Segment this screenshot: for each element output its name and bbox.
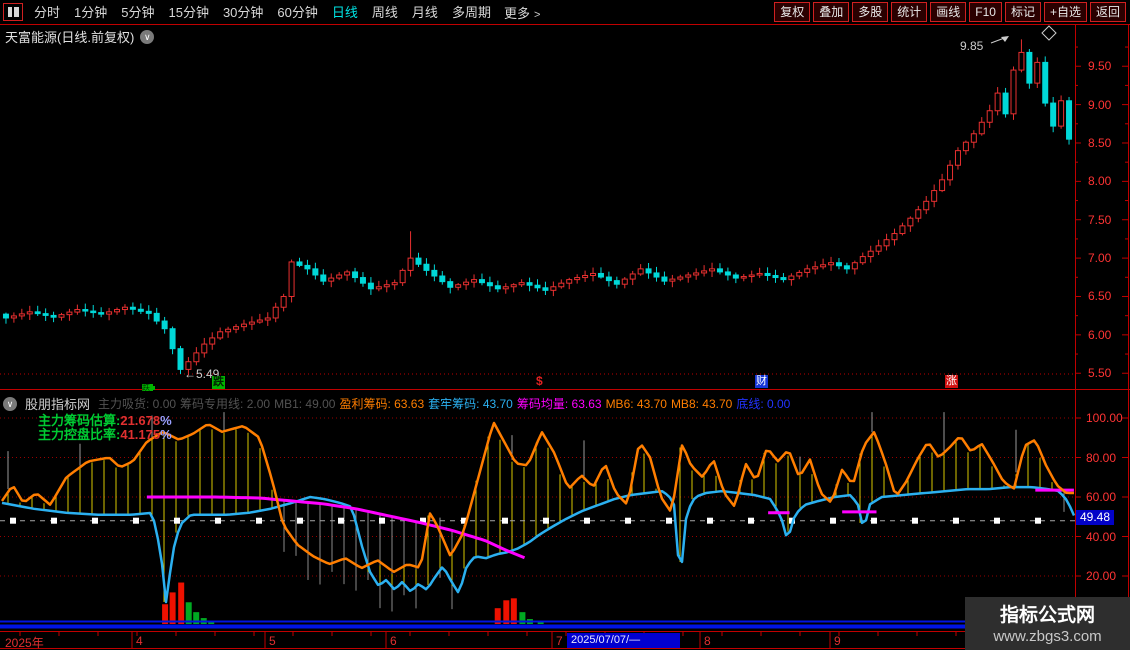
price-tick: 7.50 <box>1088 213 1111 227</box>
price-tick: 9.50 <box>1088 59 1111 73</box>
time-label-2025年: 2025年 <box>5 634 44 650</box>
toolbar-buttons: 复权叠加多股统计画线F10标记+自选返回 <box>774 2 1130 22</box>
indicator-field: 筹码专用线: 2.00 <box>180 397 270 411</box>
chart-marker-涨: 涨 <box>945 375 958 388</box>
indicator-name[interactable]: 股朋指标网 <box>25 394 90 413</box>
nav-item-周线[interactable]: 周线 <box>372 5 398 20</box>
toolbar-button-多股[interactable]: 多股 <box>852 2 888 22</box>
price-tick: 9.00 <box>1088 98 1111 112</box>
more-menu[interactable]: 更多 > <box>504 3 540 22</box>
nav-item-分时[interactable]: 分时 <box>34 5 60 20</box>
toolbar-button-标记[interactable]: 标记 <box>1005 2 1041 22</box>
nav-item-日线[interactable]: 日线 <box>332 5 358 20</box>
price-tick: 6.00 <box>1088 328 1111 342</box>
time-label-8: 8 <box>704 634 711 648</box>
price-tick: 8.00 <box>1088 174 1111 188</box>
time-label-9: 9 <box>834 634 841 648</box>
selected-date-box[interactable]: 2025/07/07/— <box>567 633 680 648</box>
watermark-title: 指标公式网 <box>965 600 1130 627</box>
toolbar-button-复权[interactable]: 复权 <box>774 2 810 22</box>
nav-item-5分钟[interactable]: 5分钟 <box>121 5 154 20</box>
nav-item-1分钟[interactable]: 1分钟 <box>74 5 107 20</box>
chevron-down-icon[interactable]: ∨ <box>3 397 17 411</box>
window-layout-icon[interactable] <box>3 3 23 21</box>
page-title: 天富能源(日线.前复权) <box>5 27 134 46</box>
indicator-tick: 60.00 <box>1086 490 1116 504</box>
time-label-5: 5 <box>269 634 276 648</box>
price-tick: 7.00 <box>1088 251 1111 265</box>
indicator-current-value: 49.48 <box>1076 510 1114 525</box>
toolbar-button-叠加[interactable]: 叠加 <box>813 2 849 22</box>
nav-item-月线[interactable]: 月线 <box>412 5 438 20</box>
indicator-field: 底线: 0.00 <box>736 397 790 411</box>
toolbar-button-F10[interactable]: F10 <box>969 2 1002 22</box>
price-tick: 6.50 <box>1088 289 1111 303</box>
indicator-info-lines: 主力筹码估算:21.678%主力控盘比率:41.175% <box>38 414 172 442</box>
time-label-6: 6 <box>390 634 397 648</box>
nav-item-60分钟[interactable]: 60分钟 <box>277 5 317 20</box>
more-label: 更多 <box>504 6 530 21</box>
timeframe-nav: 分时 1分钟 5分钟 15分钟 30分钟 60分钟日线周线月线多周期 <box>27 2 498 22</box>
app-root: 分时 1分钟 5分钟 15分钟 30分钟 60分钟日线周线月线多周期 更多 > 复权叠加多股… <box>0 0 1130 650</box>
watermark-url: www.zbgs3.com <box>965 628 1130 645</box>
nav-item-15分钟[interactable]: 15分钟 <box>168 5 208 20</box>
chart-marker-$: $ <box>536 375 543 388</box>
indicator-tick: 100.00 <box>1086 411 1123 425</box>
price-tick: 8.50 <box>1088 136 1111 150</box>
nav-item-30分钟[interactable]: 30分钟 <box>223 5 263 20</box>
chart-marker-财: 财 <box>755 375 768 388</box>
chart-marker-跌: 跌 <box>142 384 153 391</box>
time-label-7: 7 <box>556 634 563 648</box>
indicator-fields: 主力吸货: 0.00 筹码专用线: 2.00 MB1: 49.00 盈利筹码: 63.… <box>98 395 794 412</box>
indicator-field: 盈利筹码: 63.63 <box>339 397 424 411</box>
indicator-header: ∨ 股朋指标网 主力吸货: 0.00 筹码专用线: 2.00 MB1: 49.00 盈… <box>3 394 1073 413</box>
nav-item-多周期[interactable]: 多周期 <box>452 5 491 20</box>
time-label-4: 4 <box>136 634 143 648</box>
indicator-field: MB6: 43.70 <box>606 397 667 411</box>
indicator-field: 套牢筹码: 43.70 <box>428 397 513 411</box>
watermark: 指标公式网 www.zbgs3.com <box>965 597 1130 650</box>
indicator-field: MB8: 43.70 <box>671 397 732 411</box>
high-price-annotation: 9.85 <box>960 39 983 53</box>
toolbar-button-统计[interactable]: 统计 <box>891 2 927 22</box>
toolbar-button-+自选[interactable]: +自选 <box>1044 2 1087 22</box>
toolbar-button-返回[interactable]: 返回 <box>1090 2 1126 22</box>
title-bar: 天富能源(日线.前复权) ∨ <box>5 27 154 46</box>
info-line: 主力筹码估算:21.678% <box>38 414 172 428</box>
indicator-field: MB1: 49.00 <box>274 397 335 411</box>
indicator-field: 筹码均量: 63.63 <box>517 397 602 411</box>
indicator-tick: 20.00 <box>1086 569 1116 583</box>
info-line: 主力控盘比率:41.175% <box>38 428 172 442</box>
top-toolbar: 分时 1分钟 5分钟 15分钟 30分钟 60分钟日线周线月线多周期 更多 > 复权叠加多股… <box>0 0 1130 24</box>
indicator-field: 主力吸货: 0.00 <box>98 397 176 411</box>
price-tick: 5.50 <box>1088 366 1111 380</box>
indicator-tick: 80.00 <box>1086 451 1116 465</box>
chart-marker-跌: 跌 <box>212 376 225 389</box>
toolbar-button-画线[interactable]: 画线 <box>930 2 966 22</box>
chart-canvas[interactable] <box>0 0 1130 650</box>
indicator-tick: 40.00 <box>1086 530 1116 544</box>
chevron-right-icon: > <box>534 9 540 21</box>
chevron-down-icon[interactable]: ∨ <box>140 30 154 44</box>
